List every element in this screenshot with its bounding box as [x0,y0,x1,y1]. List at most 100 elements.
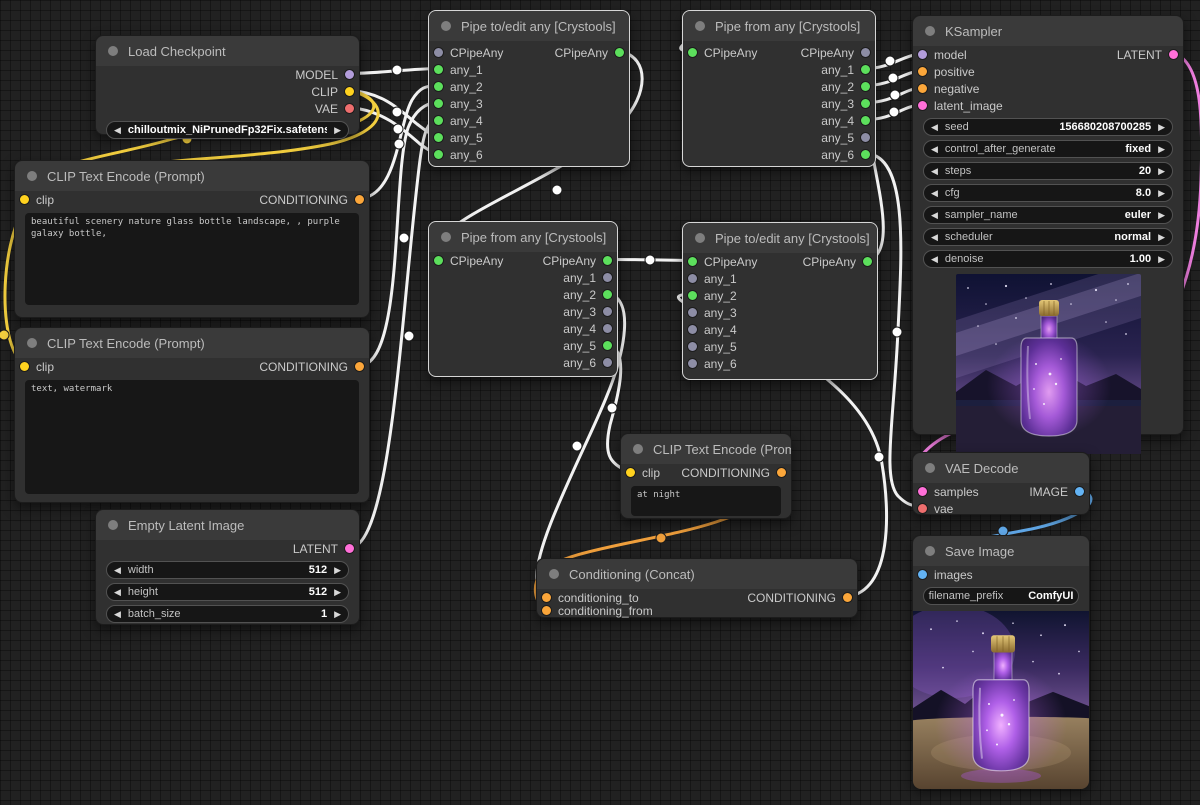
conditioning-concat-input-conditioning_from[interactable] [542,606,551,615]
pipe-to-edit-any-mid[interactable]: Pipe to/edit any [Crystools]CPipeAnyCPip… [682,222,878,380]
collapse-circle-icon[interactable] [549,569,559,579]
clip-text-encode-positive[interactable]: CLIP Text Encode (Prompt)clipCONDITIONIN… [14,160,370,318]
clip-text-encode-positive-input-clip[interactable] [20,195,29,204]
ksampler-widget-scheduler[interactable]: ◀schedulernormal▶ [923,228,1173,246]
decrement-arrow-icon[interactable]: ◀ [931,188,938,199]
decrement-arrow-icon[interactable]: ◀ [931,210,938,221]
collapse-circle-icon[interactable] [695,233,705,243]
pipe-to-edit-any-top-output-CPipeAny[interactable] [615,48,624,57]
clip-text-encode-night-output-CONDITIONING[interactable] [777,468,786,477]
graph-canvas[interactable]: Load CheckpointMODELCLIPVAE◀chilloutmix_… [0,0,1200,805]
ksampler-input-negative[interactable] [918,84,927,93]
clip-text-encode-positive-header[interactable]: CLIP Text Encode (Prompt) [15,161,369,191]
save-image[interactable]: Save Imageimagesfilename_prefixComfyUI [912,535,1090,788]
collapse-circle-icon[interactable] [441,232,451,242]
pipe-to-edit-any-top-input-any_2[interactable] [434,82,443,91]
collapse-circle-icon[interactable] [27,338,37,348]
empty-latent-image-widget-batch_size[interactable]: ◀batch_size1▶ [106,605,349,623]
pipe-to-edit-any-top-input-any_3[interactable] [434,99,443,108]
ksampler-input-latent_image[interactable] [918,101,927,110]
pipe-from-any-top-output-any_4[interactable] [861,116,870,125]
decrement-arrow-icon[interactable]: ◀ [931,254,938,265]
load-checkpoint-output-MODEL[interactable] [345,70,354,79]
ksampler-output-LATENT[interactable] [1169,50,1178,59]
ksampler-widget-cfg[interactable]: ◀cfg8.0▶ [923,184,1173,202]
ksampler-header[interactable]: KSampler [913,16,1183,46]
ksampler[interactable]: KSamplermodelLATENTpositivenegativelaten… [912,15,1184,435]
vae-decode[interactable]: VAE DecodesamplesIMAGEvae [912,452,1090,515]
pipe-to-edit-any-mid-input-any_5[interactable] [688,342,697,351]
pipe-to-edit-any-mid-output-CPipeAny[interactable] [863,257,872,266]
increment-arrow-icon[interactable]: ▶ [1158,210,1165,221]
clip-text-encode-night-header[interactable]: CLIP Text Encode (Prompt) [621,434,791,464]
pipe-to-edit-any-top-input-any_6[interactable] [434,150,443,159]
pipe-from-any-top-input-CPipeAny[interactable] [688,48,697,57]
decrement-arrow-icon[interactable]: ◀ [114,609,121,620]
collapse-circle-icon[interactable] [108,46,118,56]
load-checkpoint[interactable]: Load CheckpointMODELCLIPVAE◀chilloutmix_… [95,35,360,135]
collapse-circle-icon[interactable] [925,26,935,36]
save-image-widget-filename_prefix[interactable]: filename_prefixComfyUI [923,587,1079,605]
increment-arrow-icon[interactable]: ▶ [1158,254,1165,265]
pipe-from-any-mid-output-any_2[interactable] [603,290,612,299]
decrement-arrow-icon[interactable]: ◀ [114,565,121,576]
clip-text-encode-negative-prompt-textarea[interactable]: text, watermark [25,380,359,494]
pipe-to-edit-any-top-input-CPipeAny[interactable] [434,48,443,57]
pipe-from-any-top-output-any_2[interactable] [861,82,870,91]
increment-arrow-icon[interactable]: ▶ [1158,122,1165,133]
increment-arrow-icon[interactable]: ▶ [334,587,341,598]
increment-arrow-icon[interactable]: ▶ [1158,166,1165,177]
vae-decode-input-samples[interactable] [918,487,927,496]
empty-latent-image-widget-width[interactable]: ◀width512▶ [106,561,349,579]
pipe-to-edit-any-mid-input-any_2[interactable] [688,291,697,300]
increment-arrow-icon[interactable]: ▶ [334,565,341,576]
pipe-from-any-top-output-any_3[interactable] [861,99,870,108]
pipe-to-edit-any-mid-input-any_4[interactable] [688,325,697,334]
pipe-to-edit-any-top-header[interactable]: Pipe to/edit any [Crystools] [429,11,629,41]
decrement-arrow-icon[interactable]: ◀ [931,122,938,133]
pipe-from-any-mid-output-CPipeAny[interactable] [603,256,612,265]
ksampler-widget-seed[interactable]: ◀seed156680208700285▶ [923,118,1173,136]
empty-latent-image-header[interactable]: Empty Latent Image [96,510,359,540]
pipe-from-any-mid-input-CPipeAny[interactable] [434,256,443,265]
load-checkpoint-output-CLIP[interactable] [345,87,354,96]
load-checkpoint-widget-value[interactable]: ◀chilloutmix_NiPrunedFp32Fix.safetensors… [106,121,349,139]
collapse-circle-icon[interactable] [27,171,37,181]
pipe-from-any-top-output-any_5[interactable] [861,133,870,142]
pipe-to-edit-any-top-input-any_4[interactable] [434,116,443,125]
load-checkpoint-header[interactable]: Load Checkpoint [96,36,359,66]
pipe-from-any-top-header[interactable]: Pipe from any [Crystools] [683,11,875,41]
pipe-to-edit-any-mid-input-CPipeAny[interactable] [688,257,697,266]
empty-latent-image-widget-height[interactable]: ◀height512▶ [106,583,349,601]
pipe-from-any-mid-output-any_3[interactable] [603,307,612,316]
ksampler-input-positive[interactable] [918,67,927,76]
conditioning-concat-output-CONDITIONING[interactable] [843,593,852,602]
increment-arrow-icon[interactable]: ▶ [334,609,341,620]
increment-arrow-icon[interactable]: ▶ [334,125,341,136]
vae-decode-header[interactable]: VAE Decode [913,453,1089,483]
vae-decode-input-vae[interactable] [918,504,927,513]
collapse-circle-icon[interactable] [633,444,643,454]
collapse-circle-icon[interactable] [441,21,451,31]
pipe-to-edit-any-top-input-any_5[interactable] [434,133,443,142]
clip-text-encode-night-input-clip[interactable] [626,468,635,477]
clip-text-encode-night-prompt-textarea[interactable]: at night [631,486,781,516]
decrement-arrow-icon[interactable]: ◀ [931,144,938,155]
pipe-to-edit-any-mid-input-any_6[interactable] [688,359,697,368]
pipe-to-edit-any-mid-input-any_1[interactable] [688,274,697,283]
decrement-arrow-icon[interactable]: ◀ [114,587,121,598]
load-checkpoint-output-VAE[interactable] [345,104,354,113]
pipe-from-any-mid-output-any_4[interactable] [603,324,612,333]
save-image-header[interactable]: Save Image [913,536,1089,566]
increment-arrow-icon[interactable]: ▶ [1158,144,1165,155]
pipe-from-any-mid-header[interactable]: Pipe from any [Crystools] [429,222,617,252]
pipe-to-edit-any-top-input-any_1[interactable] [434,65,443,74]
conditioning-concat-input-conditioning_to[interactable] [542,593,551,602]
ksampler-input-model[interactable] [918,50,927,59]
clip-text-encode-night[interactable]: CLIP Text Encode (Prompt)clipCONDITIONIN… [620,433,792,519]
pipe-from-any-mid[interactable]: Pipe from any [Crystools]CPipeAnyCPipeAn… [428,221,618,377]
collapse-circle-icon[interactable] [695,21,705,31]
pipe-to-edit-any-mid-input-any_3[interactable] [688,308,697,317]
ksampler-widget-control_after_generate[interactable]: ◀control_after_generatefixed▶ [923,140,1173,158]
collapse-circle-icon[interactable] [108,520,118,530]
